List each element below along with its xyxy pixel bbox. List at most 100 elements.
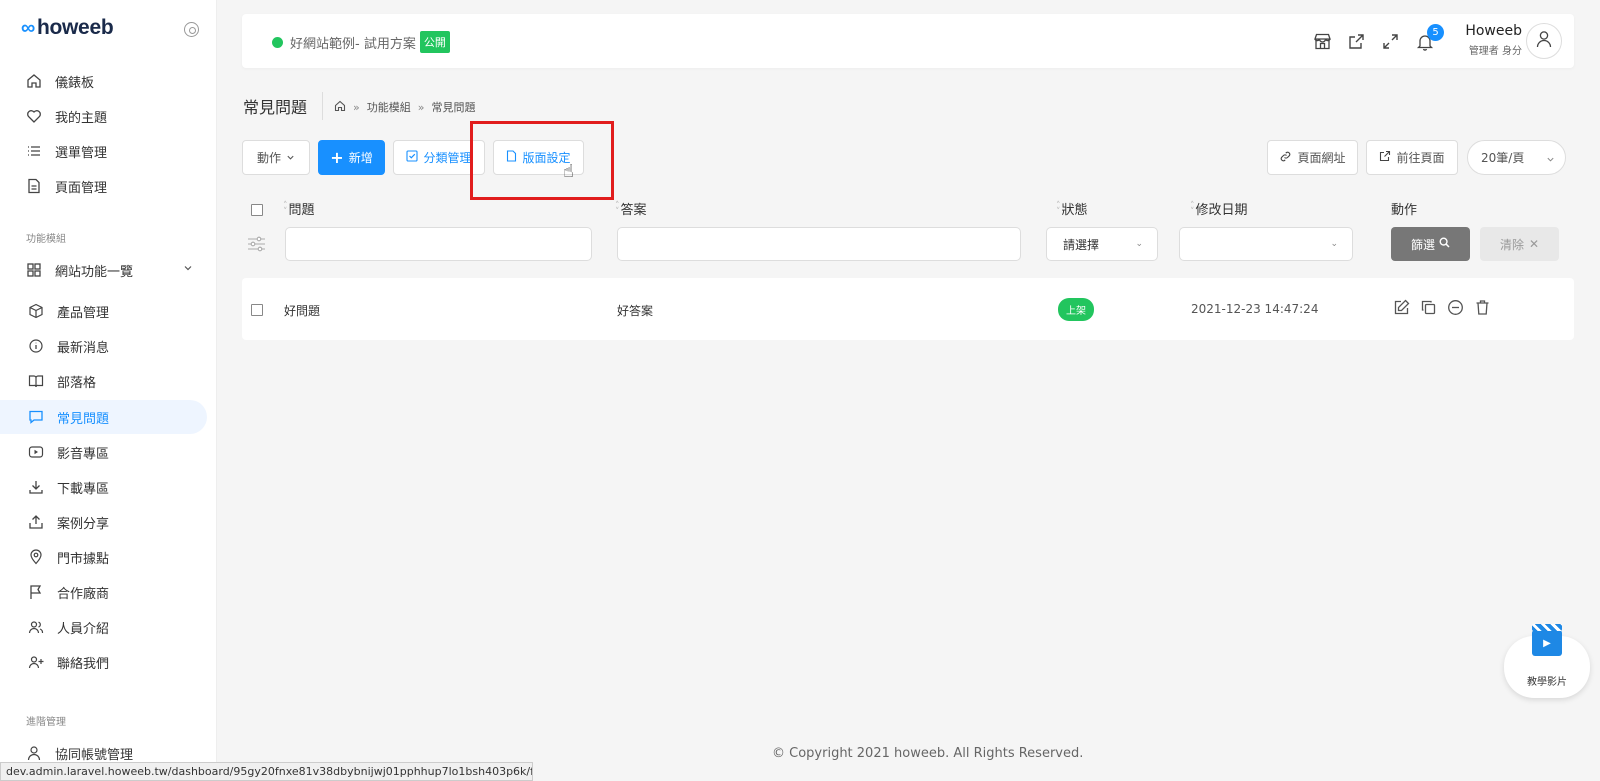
add-button[interactable]: + 新增 (318, 140, 385, 175)
filter-button[interactable]: 篩選 (1391, 227, 1470, 261)
question-filter-input[interactable] (285, 227, 592, 261)
column-header-label: 動作 (1391, 203, 1418, 218)
trash-icon[interactable] (1473, 298, 1491, 316)
action-dropdown-button[interactable]: 動作 (242, 140, 310, 175)
filter-button-label: 篩選 (1410, 237, 1435, 252)
sidebar-item-downloads[interactable]: 下載專區 (0, 470, 207, 504)
sidebar-item-label: 產品管理 (57, 305, 110, 321)
column-header-status[interactable]: ˄ ˅ 狀態 (1056, 199, 1088, 218)
column-header-answer[interactable]: ˄ ˅ 答案 (615, 199, 647, 218)
home-icon[interactable] (334, 100, 346, 115)
column-header-modified-date[interactable]: ˄ ˅ 修改日期 (1190, 199, 1248, 218)
sidebar-item-stores[interactable]: 門市據點 (0, 540, 207, 574)
date-filter-select[interactable]: ⌄ (1179, 227, 1353, 261)
store-icon[interactable] (1313, 32, 1332, 51)
page-url-button[interactable]: 頁面網址 (1267, 140, 1358, 175)
sidebar-item-blog[interactable]: 部落格 (0, 364, 207, 398)
status-badge[interactable]: 上架 (1058, 298, 1094, 321)
filter-sliders-icon[interactable] (247, 235, 266, 257)
close-icon: ✕ (1528, 237, 1540, 251)
minus-circle-icon[interactable] (1446, 298, 1464, 316)
notification-count-badge: 5 (1427, 24, 1444, 41)
row-modified-date: 2021-12-23 14:47:24 (1191, 302, 1319, 316)
breadcrumb-item-modules[interactable]: 功能模組 (367, 99, 411, 115)
table-row: 好問題 好答案 上架 2021-12-23 14:47:24 (242, 278, 1574, 340)
row-checkbox[interactable] (251, 304, 263, 316)
file-icon (25, 177, 43, 195)
sort-icon: ˄ ˅ (615, 200, 620, 217)
row-actions (1392, 298, 1491, 316)
sidebar-item-contact[interactable]: 聯絡我們 (0, 645, 207, 679)
status-filter-select[interactable]: 請選擇 ⌄ (1046, 227, 1158, 261)
tutorial-video-button[interactable]: ▶ 教學影片 (1504, 624, 1590, 698)
user-info[interactable]: Howeeb 管理者 身分 (1465, 23, 1522, 57)
clear-button-label: 清除 (1499, 237, 1524, 252)
section-label-modules: 功能模組 (26, 234, 66, 245)
column-header-label: 問題 (288, 203, 315, 218)
external-link-icon (1379, 150, 1391, 165)
answer-filter-input[interactable] (617, 227, 1021, 261)
per-page-select[interactable]: 20筆/頁 (1467, 140, 1566, 175)
sidebar-item-menu[interactable]: 選單管理 (0, 134, 207, 168)
external-link-icon[interactable] (1347, 32, 1366, 51)
edit-icon[interactable] (1392, 298, 1410, 316)
sidebar-item-news[interactable]: 最新消息 (0, 329, 207, 363)
home-icon (25, 72, 43, 90)
sidebar-item-my-theme[interactable]: 我的主題 (0, 99, 207, 133)
clapperboard-icon: ▶ (1532, 624, 1562, 656)
copyright-text: © Copyright 2021 howeeb. All Rights Rese… (772, 746, 1084, 761)
chevron-down-icon (1546, 153, 1555, 167)
site-status: 好網站範例 - 試用方案 公開 (272, 31, 450, 53)
tutorial-video-label: 教學影片 (1527, 677, 1567, 688)
column-header-question[interactable]: ˄ ˅ 問題 (283, 199, 315, 218)
box-icon (27, 302, 45, 320)
heart-icon (25, 107, 43, 125)
sidebar-item-label: 合作廠商 (57, 586, 110, 602)
sidebar-item-faq[interactable]: 常見問題 (0, 400, 207, 434)
section-label-advanced: 進階管理 (26, 717, 66, 728)
sidebar-item-dashboard[interactable]: 儀錶板 (0, 64, 207, 98)
fullscreen-icon[interactable] (1381, 32, 1400, 51)
sidebar-item-pages[interactable]: 頁面管理 (0, 169, 207, 203)
sidebar-item-label: 儀錶板 (55, 75, 95, 91)
sidebar-item-videos[interactable]: 影音專區 (0, 435, 207, 469)
sidebar-item-products[interactable]: 產品管理 (0, 294, 207, 328)
plus-icon: + (330, 148, 344, 167)
sidebar-item-label: 案例分享 (57, 516, 110, 532)
book-icon (27, 372, 45, 390)
user-avatar-icon (1534, 29, 1554, 53)
chevron-down-icon: ⌄ (1330, 239, 1338, 249)
logo[interactable]: ∞ howeeb (21, 16, 114, 40)
sidebar-item-label: 下載專區 (57, 481, 110, 497)
download-icon (27, 478, 45, 496)
list-icon (25, 142, 43, 160)
sidebar-toggle-icon[interactable] (184, 22, 199, 37)
action-dropdown-label: 動作 (256, 151, 281, 165)
sidebar-item-label: 影音專區 (57, 446, 110, 462)
sidebar-group-site-features[interactable]: 網站功能一覽 (0, 253, 207, 287)
clear-button[interactable]: 清除 ✕ (1480, 227, 1559, 261)
bell-icon[interactable]: 5 (1415, 24, 1444, 51)
breadcrumb: » 功能模組 » 常見問題 (334, 99, 475, 115)
sort-icon: ˄ ˅ (1056, 200, 1061, 217)
share-icon (27, 513, 45, 531)
flag-icon (27, 583, 45, 601)
goto-page-button[interactable]: 前往頁面 (1366, 140, 1458, 175)
chevron-down-icon (286, 151, 295, 165)
copy-icon[interactable] (1419, 298, 1437, 316)
sidebar-item-label: 我的主題 (55, 110, 108, 126)
column-header-label: 答案 (620, 203, 647, 218)
highlight-annotation (470, 121, 614, 200)
sidebar-item-label: 最新消息 (57, 340, 110, 356)
avatar[interactable] (1526, 23, 1562, 59)
sidebar-item-label: 聯絡我們 (57, 656, 110, 672)
sidebar-item-cases[interactable]: 案例分享 (0, 505, 207, 539)
sort-icon: ˄ ˅ (1190, 200, 1195, 217)
user-role: 管理者 身分 (1468, 46, 1522, 57)
site-name[interactable]: 好網站範例 (290, 33, 355, 52)
select-all-checkbox[interactable] (251, 204, 263, 216)
sidebar-item-team[interactable]: 人員介紹 (0, 610, 207, 644)
message-icon (27, 408, 45, 426)
column-header-label: 狀態 (1061, 203, 1088, 218)
sidebar-item-partners[interactable]: 合作廠商 (0, 575, 207, 609)
